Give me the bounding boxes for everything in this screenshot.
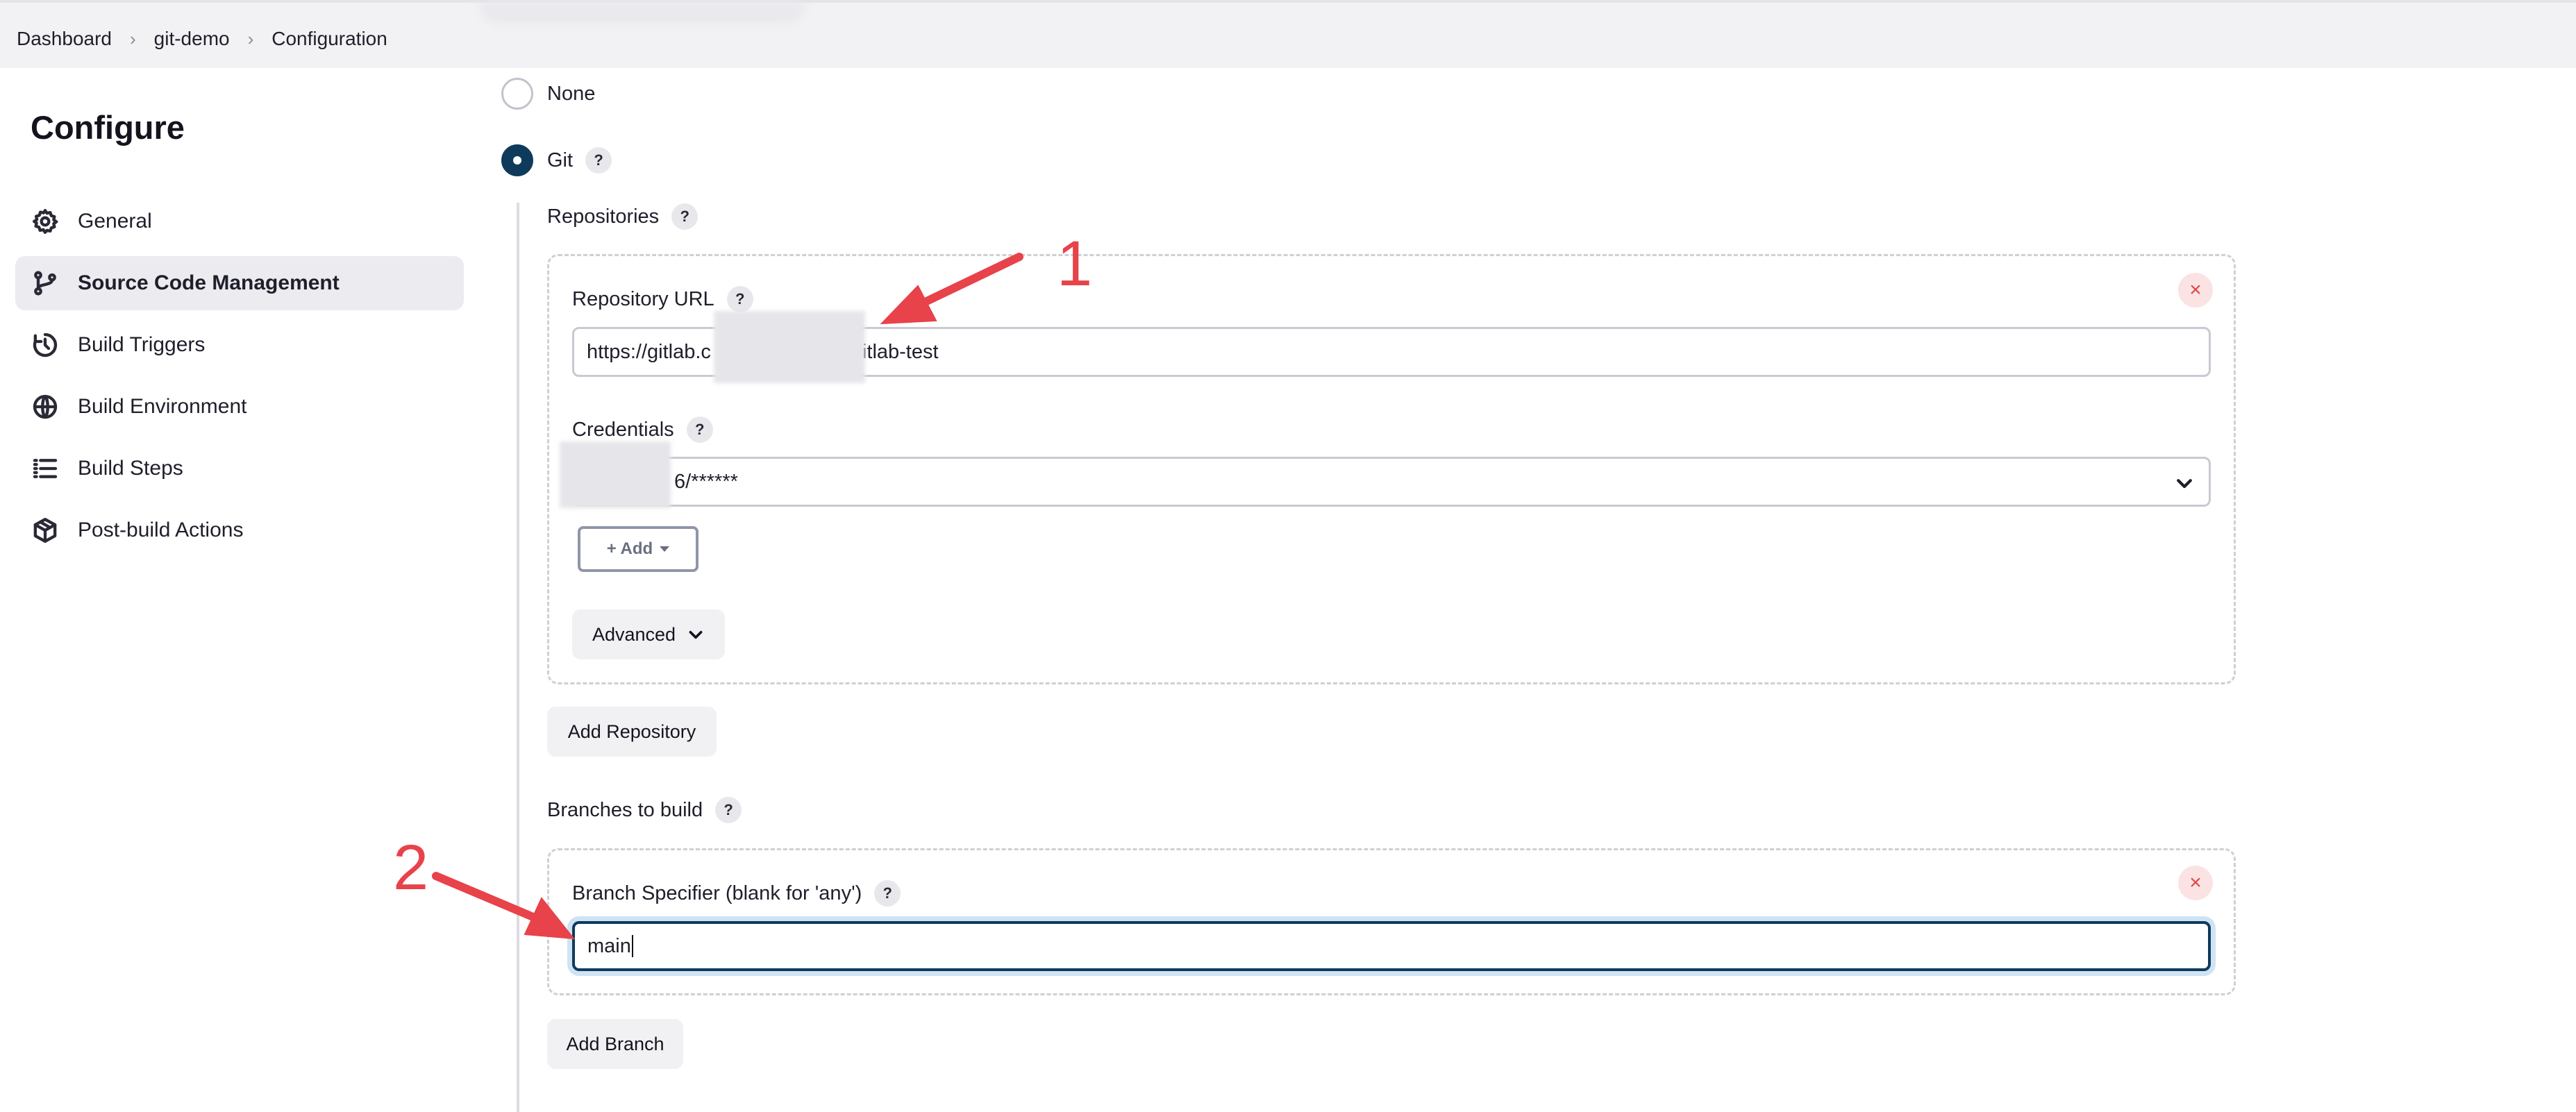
branch-specifier-value: main xyxy=(587,934,631,957)
close-icon[interactable]: × xyxy=(2178,273,2213,308)
sidebar-nav: General Source Code Management Build Tri… xyxy=(15,194,464,565)
radio-none[interactable] xyxy=(501,78,533,110)
section-divider xyxy=(517,203,519,1112)
sidebar-item-build-triggers[interactable]: Build Triggers xyxy=(15,318,464,372)
branches-to-build-label: Branches to build ? xyxy=(547,797,742,823)
redaction-blur xyxy=(714,311,865,383)
branch-specifier-label: Branch Specifier (blank for 'any') ? xyxy=(572,880,901,907)
credentials-value: 6/****** xyxy=(674,470,738,493)
sidebar-item-source-code-management[interactable]: Source Code Management xyxy=(15,256,464,310)
branches-label-text: Branches to build xyxy=(547,798,703,821)
breadcrumb-bar: Dashboard › git-demo › Configuration xyxy=(0,0,2576,68)
annotation-arrow-2-shaft xyxy=(432,872,539,922)
help-icon[interactable]: ? xyxy=(686,416,713,443)
sidebar-item-general[interactable]: General xyxy=(15,194,464,248)
help-icon[interactable]: ? xyxy=(726,286,753,312)
breadcrumb-configuration[interactable]: Configuration xyxy=(271,28,387,50)
add-repository-button[interactable]: Add Repository xyxy=(547,707,717,757)
close-icon[interactable]: × xyxy=(2178,866,2213,900)
scm-option-none[interactable]: None xyxy=(501,78,595,110)
package-icon xyxy=(31,516,60,545)
scm-option-git-label: Git xyxy=(547,149,574,171)
globe-icon xyxy=(31,392,60,421)
advanced-button[interactable]: Advanced xyxy=(572,609,725,659)
sidebar-item-build-environment[interactable]: Build Environment xyxy=(15,380,464,434)
chevron-right-icon: › xyxy=(247,28,254,49)
gear-icon xyxy=(31,207,60,236)
radio-git[interactable] xyxy=(501,144,533,176)
caret-down-icon xyxy=(660,546,670,552)
sidebar-item-post-build-actions[interactable]: Post-build Actions xyxy=(15,503,464,557)
scm-option-git[interactable]: Git ? xyxy=(501,144,612,176)
add-repository-label: Add Repository xyxy=(567,721,696,742)
redaction-blur xyxy=(479,3,805,24)
sidebar-item-label: Build Triggers xyxy=(78,333,206,356)
sidebar-item-label: Source Code Management xyxy=(78,271,340,294)
credentials-select[interactable]: 6/****** xyxy=(572,457,2211,507)
repositories-label-text: Repositories xyxy=(547,205,660,228)
sidebar-item-label: Build Steps xyxy=(78,457,183,480)
redaction-blur xyxy=(560,441,671,508)
annotation-number-2: 2 xyxy=(393,832,429,903)
sidebar-item-label: Post-build Actions xyxy=(78,519,244,541)
breadcrumb-dashboard[interactable]: Dashboard xyxy=(17,28,112,50)
list-icon xyxy=(31,454,60,483)
credentials-label: Credentials ? xyxy=(572,416,713,443)
help-icon[interactable]: ? xyxy=(874,880,901,907)
annotation-number-1: 1 xyxy=(1057,228,1093,299)
clock-icon xyxy=(31,330,60,360)
sidebar-title: Configure xyxy=(31,109,185,146)
repository-url-label: Repository URL ? xyxy=(572,286,753,312)
help-icon[interactable]: ? xyxy=(671,203,699,230)
chevron-down-icon xyxy=(689,630,703,639)
add-credentials-button[interactable]: + Add xyxy=(578,526,699,572)
breadcrumb: Dashboard › git-demo › Configuration xyxy=(17,28,387,50)
branch-specifier-label-text: Branch Specifier (blank for 'any') xyxy=(572,882,862,904)
help-icon[interactable]: ? xyxy=(715,797,742,823)
add-credentials-label: + Add xyxy=(606,539,653,558)
sidebar-item-label: Build Environment xyxy=(78,395,247,418)
git-branch-icon xyxy=(31,269,60,298)
repositories-label: Repositories ? xyxy=(547,203,699,230)
branch-specifier-input[interactable]: main xyxy=(572,921,2211,971)
repository-url-value-end: itlab-test xyxy=(862,340,939,363)
add-branch-button[interactable]: Add Branch xyxy=(547,1019,683,1069)
add-branch-label: Add Branch xyxy=(566,1033,664,1054)
advanced-label: Advanced xyxy=(592,623,676,645)
credentials-label-text: Credentials xyxy=(572,418,674,441)
sidebar-item-label: General xyxy=(78,210,152,233)
chevron-down-icon xyxy=(2174,473,2195,494)
help-icon[interactable]: ? xyxy=(585,147,612,174)
breadcrumb-git-demo[interactable]: git-demo xyxy=(154,28,230,50)
chevron-right-icon: › xyxy=(129,28,136,49)
text-cursor xyxy=(631,935,633,957)
scm-option-none-label: None xyxy=(547,82,596,105)
sidebar-item-build-steps[interactable]: Build Steps xyxy=(15,441,464,496)
repository-url-label-text: Repository URL xyxy=(572,287,714,310)
repository-url-value-start: https://gitlab.c xyxy=(587,340,711,363)
